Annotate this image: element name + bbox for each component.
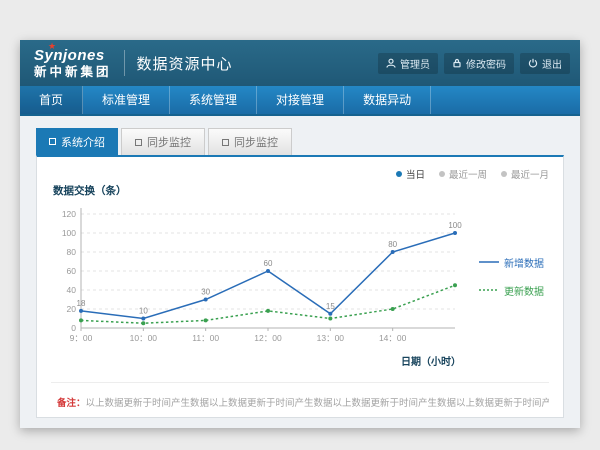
power-icon bbox=[528, 58, 538, 68]
legend-line-solid-icon bbox=[479, 258, 499, 266]
chart-column: 0 20 40 60 80 100 120 9：00 10：00 11：00 12：00 13：00 1… bbox=[51, 200, 465, 368]
legend-label: 新增数据 bbox=[504, 255, 544, 270]
svg-text:14：00: 14：00 bbox=[379, 333, 407, 343]
svg-text:100: 100 bbox=[62, 228, 76, 238]
svg-text:60: 60 bbox=[67, 266, 77, 276]
filter-last-month[interactable]: 最近一月 bbox=[501, 167, 549, 181]
svg-text:80: 80 bbox=[67, 247, 77, 257]
time-filter-legend: 当日 最近一周 最近一月 bbox=[51, 167, 549, 181]
lock-icon bbox=[452, 58, 462, 68]
legend-item-update-data[interactable]: 更新数据 bbox=[479, 283, 544, 298]
svg-text:20: 20 bbox=[67, 304, 77, 314]
user-icon bbox=[386, 58, 396, 68]
brand-logo: Synjones ★ 新中新集团 bbox=[34, 48, 112, 79]
svg-text:10：00: 10：00 bbox=[130, 333, 158, 343]
svg-text:15: 15 bbox=[326, 302, 335, 311]
tab-grid-icon bbox=[49, 138, 56, 145]
nav-item-connect-mgmt[interactable]: 对接管理 bbox=[257, 86, 344, 114]
app-title: 数据资源中心 bbox=[137, 53, 233, 74]
app-header: Synjones ★ 新中新集团 数据资源中心 管理员 bbox=[20, 40, 580, 86]
series-legend: 新增数据 更新数据 bbox=[465, 255, 549, 298]
svg-text:10: 10 bbox=[139, 307, 148, 316]
nav-item-home[interactable]: 首页 bbox=[20, 86, 83, 114]
tab-grid-icon bbox=[135, 139, 142, 146]
note-text: 以上数据更新于时间产生数据以上数据更新于时间产生数据以上数据更新于时间产生数据以… bbox=[86, 398, 549, 409]
app-window: Synjones ★ 新中新集团 数据资源中心 管理员 bbox=[20, 40, 580, 428]
legend-line-dashed-icon bbox=[479, 286, 499, 294]
filter-last-week[interactable]: 最近一周 bbox=[439, 167, 487, 181]
nav-item-system-mgmt[interactable]: 系统管理 bbox=[170, 86, 257, 114]
svg-text:100: 100 bbox=[448, 221, 462, 230]
filter-dot-icon bbox=[501, 171, 507, 177]
line-chart-svg: 0 20 40 60 80 100 120 9：00 10：00 11：00 12：00 13：00 1… bbox=[51, 200, 465, 350]
logout-label: 退出 bbox=[542, 56, 562, 71]
header-actions: 管理员 修改密码 退出 bbox=[378, 53, 570, 74]
svg-text:13：00: 13：00 bbox=[317, 333, 345, 343]
tab-system-intro[interactable]: 系统介绍 bbox=[36, 128, 118, 155]
content-area: 系统介绍 同步监控 同步监控 当日 最近一周 最近一月 数据交换（条） 0 20 4… bbox=[20, 116, 580, 418]
admin-user-button[interactable]: 管理员 bbox=[378, 53, 438, 74]
tab-bar: 系统介绍 同步监控 同步监控 bbox=[36, 128, 564, 155]
filter-label: 最近一周 bbox=[449, 170, 487, 181]
chart-y-axis-title: 数据交换（条） bbox=[53, 183, 549, 198]
svg-text:12：00: 12：00 bbox=[254, 333, 282, 343]
nav-item-standard-mgmt[interactable]: 标准管理 bbox=[83, 86, 170, 114]
admin-user-label: 管理员 bbox=[400, 56, 430, 71]
change-password-button[interactable]: 修改密码 bbox=[444, 53, 514, 74]
brand-logo-cn: 新中新集团 bbox=[34, 66, 112, 79]
legend-label: 更新数据 bbox=[504, 283, 544, 298]
filter-dot-icon bbox=[396, 171, 402, 177]
brand-logo-en: Synjones bbox=[34, 48, 112, 63]
svg-text:40: 40 bbox=[67, 285, 77, 295]
note-prefix: 备注： bbox=[57, 398, 86, 409]
filter-label: 最近一月 bbox=[511, 170, 549, 181]
nav-item-data-change[interactable]: 数据异动 bbox=[344, 86, 431, 114]
logo-star-icon: ★ bbox=[48, 42, 56, 51]
svg-text:60: 60 bbox=[264, 259, 273, 268]
logout-button[interactable]: 退出 bbox=[520, 53, 570, 74]
svg-text:80: 80 bbox=[388, 240, 397, 249]
legend-item-new-data[interactable]: 新增数据 bbox=[479, 255, 544, 270]
tab-label: 同步监控 bbox=[147, 134, 191, 150]
filter-label: 当日 bbox=[406, 170, 425, 181]
svg-text:9：00: 9：00 bbox=[70, 333, 93, 343]
svg-text:11：00: 11：00 bbox=[192, 333, 219, 343]
filter-today[interactable]: 当日 bbox=[396, 167, 425, 181]
tab-grid-icon bbox=[222, 139, 229, 146]
chart-x-axis-title: 日期（小时） bbox=[51, 353, 461, 368]
header-divider bbox=[124, 50, 125, 76]
filter-dot-icon bbox=[439, 171, 445, 177]
chart-row: 0 20 40 60 80 100 120 9：00 10：00 11：00 12：00 13：00 1… bbox=[51, 200, 549, 368]
change-password-label: 修改密码 bbox=[466, 56, 506, 71]
tab-sync-monitor-1[interactable]: 同步监控 bbox=[121, 128, 205, 155]
footer-note: 备注：以上数据更新于时间产生数据以上数据更新于时间产生数据以上数据更新于时间产生… bbox=[51, 382, 549, 409]
svg-text:0: 0 bbox=[71, 323, 76, 333]
svg-text:30: 30 bbox=[201, 288, 210, 297]
svg-text:18: 18 bbox=[77, 299, 86, 308]
main-nav: 首页 标准管理 系统管理 对接管理 数据异动 bbox=[20, 86, 580, 116]
chart-panel: 当日 最近一周 最近一月 数据交换（条） 0 20 40 60 80 100 120 9：00… bbox=[36, 155, 564, 418]
svg-text:120: 120 bbox=[62, 209, 76, 219]
tab-sync-monitor-2[interactable]: 同步监控 bbox=[208, 128, 292, 155]
tab-label: 同步监控 bbox=[234, 134, 278, 150]
tab-label: 系统介绍 bbox=[61, 134, 105, 150]
